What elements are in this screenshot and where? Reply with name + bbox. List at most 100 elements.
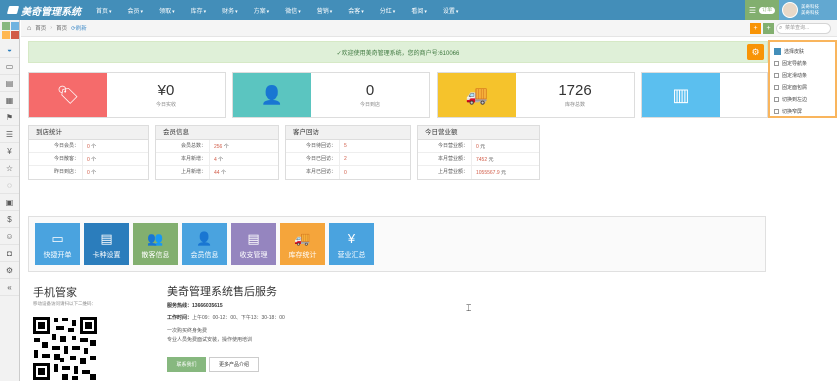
stat-card-visits: 👤 0 今日到店 bbox=[232, 72, 430, 118]
app-title: 美奇管理系统 bbox=[21, 6, 81, 18]
home-icon[interactable]: ⌂ bbox=[27, 25, 31, 32]
table-row: 会员总数： 256 个 bbox=[156, 139, 278, 153]
user-line-1: 美奇科技 bbox=[801, 4, 819, 9]
revenue-table: 今日营业额 今日营业额： 0 元 本月营业额： 7452 元 上月营业额： 10555… bbox=[417, 125, 540, 180]
contact-us-button[interactable]: 联系我们 bbox=[167, 357, 206, 372]
bar-chart-icon: ▥ bbox=[642, 73, 720, 117]
service-hotline: 服务热线：13666035615 bbox=[167, 303, 223, 309]
quick-order-button[interactable]: ▭ 快捷开单 bbox=[35, 223, 80, 265]
menu-item-12[interactable]: 设置▾ bbox=[435, 6, 467, 15]
checkbox[interactable] bbox=[774, 108, 779, 114]
top-navbar: 美奇管理系统 首页▾ 会员▾ 领取▾ 库存▾ 财务▾ 方案▾ 微信▾ 营销▾ 会… bbox=[0, 0, 837, 20]
card-icon[interactable]: ▤ bbox=[0, 75, 19, 92]
member-info-button[interactable]: 👤 会员信息 bbox=[182, 223, 227, 265]
checkbox[interactable] bbox=[774, 96, 779, 102]
table-row: 本月已回访： 0 bbox=[286, 166, 410, 179]
refresh-link[interactable]: ⟳刷新 bbox=[71, 24, 87, 32]
mobile-title: 手机管家 bbox=[33, 287, 77, 299]
mobile-subtitle: 移动设备访问请扫以下二维码： bbox=[33, 301, 96, 306]
user-menu[interactable]: 美奇科技 美奇科技 bbox=[779, 0, 837, 20]
shortcut-green[interactable] bbox=[2, 22, 10, 30]
checkbox[interactable] bbox=[774, 84, 779, 90]
shortcut-orange[interactable] bbox=[2, 31, 10, 39]
breadcrumb-home[interactable]: 首页 bbox=[35, 24, 46, 32]
service-hours: 工作时间：上午09：00-12：00、下午13：30-18：00 bbox=[167, 315, 285, 321]
gift-icon[interactable]: ▣ bbox=[0, 194, 19, 211]
fixed-breadcrumb-option[interactable]: 固定面包屑 bbox=[774, 81, 831, 93]
card-settings-button[interactable]: ▤ 卡种设置 bbox=[84, 223, 129, 265]
table-row: 本月新增： 4 个 bbox=[156, 152, 278, 166]
walkin-info-button[interactable]: 👥 散客信息 bbox=[133, 223, 178, 265]
narrow-option[interactable]: 切换窄屏 bbox=[774, 105, 831, 117]
breadcrumb-separator: › bbox=[50, 25, 53, 31]
settings-toggle-button[interactable]: ⚙ bbox=[747, 44, 764, 60]
table-row: 今日营业额： 0 元 bbox=[418, 139, 539, 153]
dashboard-icon[interactable]: ◒ bbox=[0, 41, 19, 58]
rtl-option[interactable]: 切换到左边 bbox=[774, 93, 831, 105]
menu-item-3[interactable]: 领取▾ bbox=[151, 6, 183, 15]
member-info-table: 会员信息 会员总数： 256 个 本月新增： 4 个 上月新增： 44 个 bbox=[155, 125, 279, 180]
menu-item-6[interactable]: 方案▾ bbox=[246, 6, 278, 15]
service-title: 美奇管理系统售后服务 bbox=[167, 286, 277, 298]
orders-badge[interactable]: ☰ 订单 bbox=[745, 0, 779, 20]
users-icon: 👥 bbox=[147, 230, 164, 246]
more-icon[interactable]: « bbox=[0, 279, 19, 296]
stat-card-chart: ▥ bbox=[641, 72, 768, 118]
photo-icon[interactable]: ◘ bbox=[0, 245, 19, 262]
table-row: 昨日到店： 0 个 bbox=[29, 166, 148, 179]
income-expense-button[interactable]: ▤ 收支管理 bbox=[231, 223, 276, 265]
menu-item-4[interactable]: 库存▾ bbox=[183, 6, 215, 15]
calendar-icon[interactable]: ▦ bbox=[0, 92, 19, 109]
desktop-icon[interactable]: ▭ bbox=[0, 58, 19, 75]
table-row: 本月营业额： 7452 元 bbox=[418, 152, 539, 166]
fixed-sidebar-option[interactable]: 固定滑动条 bbox=[774, 69, 831, 81]
add-button[interactable]: + bbox=[763, 23, 774, 34]
yen-icon[interactable]: ¥ bbox=[0, 143, 19, 160]
top-right-area: ☰ 订单 美奇科技 美奇科技 bbox=[745, 0, 837, 20]
menu-item-1[interactable]: 首页▾ bbox=[88, 6, 120, 15]
flag-icon[interactable]: ⚑ bbox=[0, 109, 19, 126]
list-icon[interactable]: ☰ bbox=[0, 126, 19, 143]
stat-label: 库存总数 bbox=[564, 102, 585, 108]
sidebar: ◒ ▭ ▤ ▦ ⚑ ☰ ¥ ☆ ◌ ▣ $ ☺ ◘ ⚙ « bbox=[0, 20, 20, 381]
brand[interactable]: 美奇管理系统 bbox=[0, 3, 88, 18]
smile-icon[interactable]: ☺ bbox=[0, 228, 19, 245]
menu-item-7[interactable]: 微信▾ bbox=[277, 6, 309, 15]
truck-icon: 🚚 bbox=[294, 230, 311, 246]
stat-label: 今日到店 bbox=[359, 102, 380, 108]
mouse-cursor-icon: ⌶ bbox=[466, 303, 472, 313]
dollar-icon[interactable]: $ bbox=[0, 211, 19, 228]
menu-item-9[interactable]: 会客▾ bbox=[340, 6, 372, 15]
store-visit-table: 到店统计 今日会员： 0 个 今日散客： 0 个 昨日到店： 0 个 bbox=[28, 125, 149, 180]
qr-code bbox=[32, 316, 98, 381]
menu-item-2[interactable]: 会员▾ bbox=[120, 6, 152, 15]
sidebar-shortcuts bbox=[0, 20, 19, 41]
star-icon[interactable]: ☆ bbox=[0, 160, 19, 177]
tag-icon: 🏷 bbox=[29, 73, 107, 117]
revenue-summary-button[interactable]: ¥ 营业汇总 bbox=[329, 223, 374, 265]
table-row: 今日散客： 0 个 bbox=[29, 152, 148, 166]
shortcut-blue[interactable] bbox=[11, 22, 19, 30]
checkbox[interactable] bbox=[774, 60, 779, 66]
menu-item-8[interactable]: 营销▾ bbox=[309, 6, 341, 15]
menu-item-11[interactable]: 看阅▾ bbox=[403, 6, 435, 15]
search-icon: ⌕ bbox=[779, 25, 783, 31]
menu-item-5[interactable]: 财务▾ bbox=[214, 6, 246, 15]
shortcut-red[interactable] bbox=[11, 31, 19, 39]
menu-item-10[interactable]: 分红▾ bbox=[372, 6, 404, 15]
search-input[interactable]: ⌕ 菜单查询... bbox=[776, 23, 831, 34]
stat-value: 0 bbox=[365, 82, 375, 99]
add-tab-button[interactable]: + bbox=[750, 23, 761, 34]
stock-stats-button[interactable]: 🚚 库存统计 bbox=[280, 223, 325, 265]
user-info: 美奇科技 美奇科技 bbox=[801, 4, 819, 16]
chat-icon[interactable]: ◌ bbox=[0, 177, 19, 194]
table-row: 今日已回访： 2 bbox=[286, 152, 410, 166]
search-placeholder: 菜单查询... bbox=[785, 25, 810, 31]
color-swatch[interactable] bbox=[774, 47, 781, 55]
table-row: 今日会员： 0 个 bbox=[29, 139, 148, 153]
gear-icon[interactable]: ⚙ bbox=[0, 262, 19, 279]
more-products-button[interactable]: 更多产品介绍 bbox=[209, 357, 259, 372]
checkbox[interactable] bbox=[774, 72, 779, 78]
fixed-navbar-option[interactable]: 固定导航条 bbox=[774, 57, 831, 69]
skin-option[interactable]: 选择皮肤 bbox=[774, 45, 831, 57]
